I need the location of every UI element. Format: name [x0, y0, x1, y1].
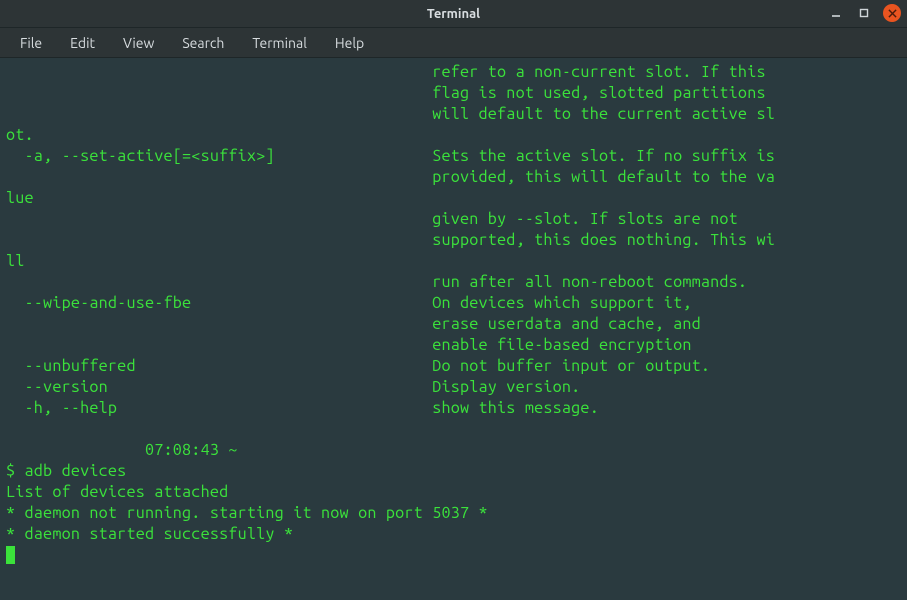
minimize-icon [831, 8, 841, 18]
close-icon [888, 9, 897, 18]
menu-edit[interactable]: Edit [58, 31, 107, 55]
titlebar: Terminal [0, 0, 907, 28]
menu-view[interactable]: View [111, 31, 166, 55]
terminal-output[interactable]: refer to a non-current slot. If this fla… [0, 58, 907, 600]
menu-terminal[interactable]: Terminal [240, 31, 319, 55]
close-button[interactable] [883, 4, 901, 22]
menu-file[interactable]: File [8, 31, 54, 55]
maximize-button[interactable] [855, 4, 873, 22]
menubar: File Edit View Search Terminal Help [0, 28, 907, 58]
maximize-icon [859, 8, 869, 18]
cursor [6, 546, 15, 564]
minimize-button[interactable] [827, 4, 845, 22]
window-controls [827, 4, 901, 22]
menu-search[interactable]: Search [170, 31, 236, 55]
window-title: Terminal [427, 7, 480, 21]
menu-help[interactable]: Help [323, 31, 376, 55]
